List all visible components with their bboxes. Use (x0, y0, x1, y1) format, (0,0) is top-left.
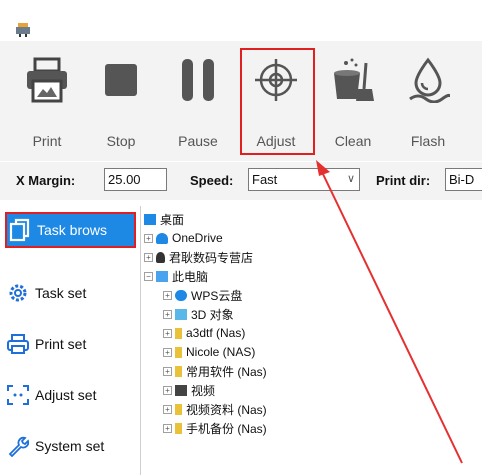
annotation-arrow (316, 160, 463, 464)
